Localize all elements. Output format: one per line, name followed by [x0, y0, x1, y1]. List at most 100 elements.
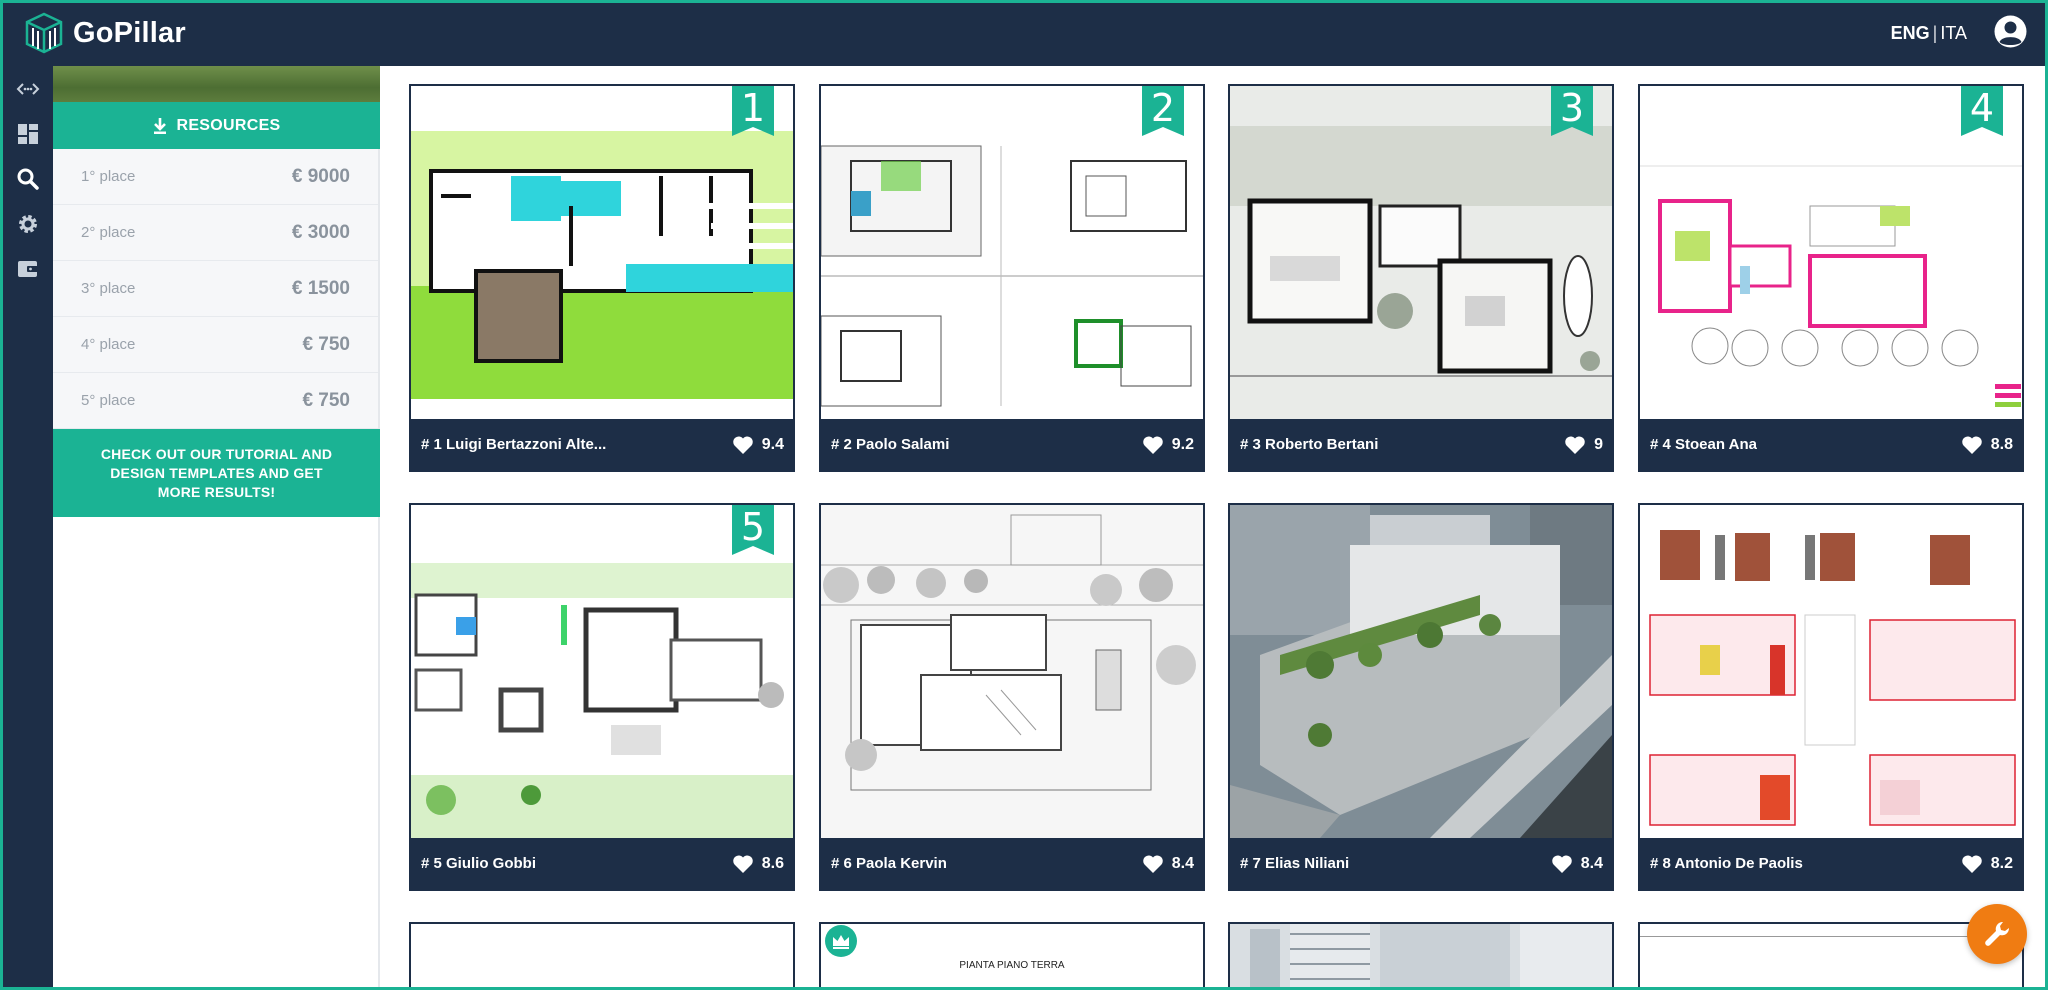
dashboard-icon[interactable] [13, 119, 43, 149]
wallet-icon[interactable] [13, 254, 43, 284]
score-value: 9 [1594, 435, 1603, 453]
heart-icon[interactable] [732, 854, 754, 874]
project-info-bar: # 6 Paola Kervin 8.4 [821, 838, 1203, 889]
user-account-icon[interactable] [1994, 15, 2027, 48]
project-score[interactable]: 9 [1564, 435, 1603, 455]
gopillar-logo-icon [25, 12, 63, 54]
project-score[interactable]: 9.2 [1142, 435, 1194, 455]
prize-row: 2° place € 3000 [53, 205, 378, 261]
project-card[interactable]: 2 # 2 Paolo Salami 9.2 [819, 84, 1205, 472]
icon-rail [3, 66, 53, 987]
rank-number: 2 [1150, 86, 1176, 130]
project-card-partial[interactable] [409, 922, 795, 987]
prize-amount: € 9000 [291, 165, 350, 187]
project-card[interactable]: 5 # 5 Giulio Gobbi 8.6 [409, 503, 795, 891]
rank-number: 3 [1559, 86, 1585, 130]
project-score[interactable]: 8.4 [1142, 854, 1194, 874]
score-value: 8.6 [761, 854, 784, 872]
project-name[interactable]: # 1 Luigi Bertazzoni Alte... [421, 436, 606, 453]
logo[interactable]: GoPillar [23, 11, 186, 55]
crown-icon [825, 925, 857, 957]
code-embed-icon[interactable] [13, 74, 43, 104]
search-icon[interactable] [13, 164, 43, 194]
project-card[interactable]: 1 # 1 Luigi Bertazzoni Alte... 9.4 [409, 84, 795, 472]
tools-fab-button[interactable] [1967, 904, 2027, 964]
lang-eng[interactable]: ENG [1891, 23, 1930, 43]
project-name[interactable]: # 8 Antonio De Paolis [1650, 855, 1803, 872]
project-info-bar: # 7 Elias Niliani 8.4 [1230, 838, 1612, 889]
tutorial-text: CHECK OUT OUR TUTORIAL AND DESIGN TEMPLA… [100, 445, 333, 500]
app-frame: GoPillar ENG | ITA RESOURCES 1° place € … [0, 0, 2048, 990]
project-name[interactable]: # 5 Giulio Gobbi [421, 855, 536, 872]
download-icon [154, 117, 167, 134]
project-score[interactable]: 8.6 [732, 854, 784, 874]
project-score[interactable]: 8.4 [1551, 854, 1603, 874]
lang-ita[interactable]: ITA [1940, 23, 1967, 43]
project-card[interactable]: 4 # 4 Stoean Ana 8.8 [1638, 84, 2024, 472]
project-thumbnail[interactable] [1230, 505, 1612, 838]
contest-side-panel: RESOURCES 1° place € 9000 2° place € 3000 3°… [53, 66, 380, 987]
rank-ribbon: 3 [1551, 86, 1593, 136]
project-card-partial[interactable]: PIANTA PIANO TERRA [819, 922, 1205, 987]
project-card[interactable]: # 6 Paola Kervin 8.4 [819, 503, 1205, 891]
prize-place: 3° place [81, 280, 136, 297]
prize-place: 4° place [81, 336, 136, 353]
project-thumbnail[interactable] [821, 505, 1203, 838]
prize-place: 1° place [81, 168, 136, 185]
tutorial-cta-button[interactable]: CHECK OUT OUR TUTORIAL AND DESIGN TEMPLA… [53, 429, 380, 517]
prize-place: 5° place [81, 392, 136, 409]
prize-row: 3° place € 1500 [53, 261, 378, 317]
prize-amount: € 750 [302, 389, 350, 411]
prize-amount: € 3000 [291, 221, 350, 243]
project-card-partial[interactable] [1228, 922, 1614, 987]
rank-ribbon: 5 [732, 505, 774, 555]
score-value: 8.4 [1580, 854, 1603, 872]
prize-amount: € 750 [302, 333, 350, 355]
prize-row: 1° place € 9000 [53, 149, 378, 205]
brand-name: GoPillar [73, 16, 186, 49]
project-info-bar: # 3 Roberto Bertani 9 [1230, 419, 1612, 470]
project-name[interactable]: # 6 Paola Kervin [831, 855, 947, 872]
prize-place: 2° place [81, 224, 136, 241]
score-value: 9.2 [1171, 435, 1194, 453]
project-card[interactable]: # 7 Elias Niliani 8.4 [1228, 503, 1614, 891]
floor-plan-caption: PIANTA PIANO TERRA [959, 960, 1065, 971]
rank-ribbon: 4 [1961, 86, 2003, 136]
rank-number: 1 [740, 86, 766, 130]
score-value: 9.4 [761, 435, 784, 453]
project-info-bar: # 4 Stoean Ana 8.8 [1640, 419, 2022, 470]
heart-icon[interactable] [1142, 435, 1164, 455]
heart-icon[interactable] [732, 435, 754, 455]
heart-icon[interactable] [1961, 854, 1983, 874]
project-info-bar: # 1 Luigi Bertazzoni Alte... 9.4 [411, 419, 793, 470]
heart-icon[interactable] [1142, 854, 1164, 874]
resources-button[interactable]: RESOURCES [53, 102, 380, 149]
rank-ribbon: 1 [732, 86, 774, 136]
project-score[interactable]: 8.2 [1961, 854, 2013, 874]
project-name[interactable]: # 2 Paolo Salami [831, 436, 949, 453]
contest-banner-image [53, 66, 380, 102]
project-thumbnail[interactable] [1640, 505, 2022, 838]
project-score[interactable]: 9.4 [732, 435, 784, 455]
prize-row: 4° place € 750 [53, 317, 378, 373]
heart-icon[interactable] [1551, 854, 1573, 874]
project-card[interactable]: 3 # 3 Roberto Bertani 9 [1228, 84, 1614, 472]
prize-list: 1° place € 9000 2° place € 3000 3° place € 15… [53, 149, 378, 429]
project-info-bar: # 2 Paolo Salami 9.2 [821, 419, 1203, 470]
heart-icon[interactable] [1961, 435, 1983, 455]
project-name[interactable]: # 7 Elias Niliani [1240, 855, 1349, 872]
project-score[interactable]: 8.8 [1961, 435, 2013, 455]
project-name[interactable]: # 3 Roberto Bertani [1240, 436, 1378, 453]
score-value: 8.2 [1990, 854, 2013, 872]
settings-gear-icon[interactable] [13, 209, 43, 239]
heart-icon[interactable] [1564, 435, 1586, 455]
lang-separator: | [1932, 23, 1938, 43]
score-value: 8.4 [1171, 854, 1194, 872]
resources-label: RESOURCES [176, 116, 281, 134]
top-bar: GoPillar ENG | ITA [3, 3, 2045, 66]
project-name[interactable]: # 4 Stoean Ana [1650, 436, 1757, 453]
project-card[interactable]: # 8 Antonio De Paolis 8.2 [1638, 503, 2024, 891]
language-switcher[interactable]: ENG | ITA [1891, 23, 1967, 44]
building-render-thumbnail [1230, 924, 1612, 987]
project-info-bar: # 8 Antonio De Paolis 8.2 [1640, 838, 2022, 889]
